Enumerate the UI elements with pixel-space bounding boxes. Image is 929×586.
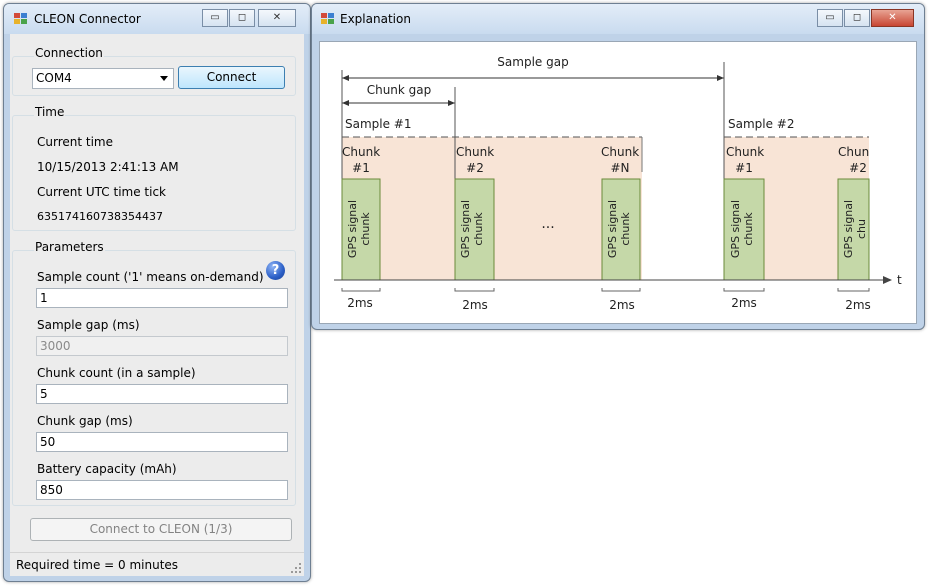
sample-gap-label: Sample gap (ms): [37, 318, 140, 332]
sample1-label: Sample #1: [345, 117, 412, 131]
sampling-diagram: Sample gap Chunk gap Sample #1 Sample #2…: [334, 55, 902, 312]
sample2-chunk1-signal-line2: chunk: [742, 212, 755, 246]
sample-count-label: Sample count ('1' means on-demand): [37, 270, 264, 284]
connect-button[interactable]: Connect: [178, 66, 285, 89]
cleon-connector-window: CLEON Connector ▭ ◻ ✕ Connection COM4 Co…: [3, 3, 311, 582]
help-question-icon[interactable]: ?: [266, 261, 285, 280]
utc-tick-label: Current UTC time tick: [37, 185, 166, 199]
port-select-value: COM4: [36, 71, 72, 85]
chunk-gap-diagram-label: Chunk gap: [367, 83, 432, 97]
app-icon: [321, 13, 334, 25]
chunk1-word: Chunk: [342, 145, 380, 159]
time-group-label: Time: [34, 105, 66, 119]
chunk2-signal-line1: GPS signal: [459, 200, 472, 258]
chunk1-signal-line2: chunk: [359, 212, 372, 246]
sample2-chunk1-word: Chunk: [726, 145, 764, 159]
time-axis-label: t: [897, 273, 902, 287]
chunk2-num: #2: [466, 161, 484, 175]
chunk1-signal-line1: GPS signal: [346, 200, 359, 258]
chunkN-duration: 2ms: [609, 298, 635, 312]
connector-title-bar[interactable]: CLEON Connector ▭ ◻ ✕: [4, 4, 310, 34]
chevron-down-icon: [160, 76, 168, 81]
sample2-chunk2-signal-line1: GPS signal: [842, 200, 855, 258]
connector-title: CLEON Connector: [34, 12, 141, 26]
chunk2-word: Chunk: [456, 145, 494, 159]
chunk-gap-label: Chunk gap (ms): [37, 414, 133, 428]
current-time-label: Current time: [37, 135, 113, 149]
explanation-title-bar[interactable]: Explanation ▭ ◻ ✕: [312, 4, 924, 34]
explanation-window: Explanation ▭ ◻ ✕ Sample gap Chunk gap S…: [311, 3, 925, 330]
chunkN-signal-line1: GPS signal: [606, 200, 619, 258]
sample2-chunk2-duration: 2ms: [845, 298, 871, 312]
sample2-chunk2-num: #2: [849, 161, 867, 175]
status-text: Required time = 0 minutes: [16, 558, 179, 572]
sample-gap-diagram-label: Sample gap: [497, 55, 568, 69]
chunk2-signal-line2: chunk: [472, 212, 485, 246]
sample-count-input[interactable]: [36, 288, 288, 308]
explanation-client-area: Sample gap Chunk gap Sample #1 Sample #2…: [319, 41, 917, 324]
current-time-value: 10/15/2013 2:41:13 AM: [37, 160, 179, 174]
help-glyph: ?: [271, 263, 280, 278]
battery-capacity-label: Battery capacity (mAh): [37, 462, 177, 476]
sample2-chunk2-word: Chun: [838, 145, 869, 159]
chunkN-signal-line2: chunk: [619, 212, 632, 246]
sample2-chunk1-num: #1: [735, 161, 753, 175]
chunkN-num: #N: [610, 161, 629, 175]
chunk2-duration: 2ms: [462, 298, 488, 312]
sample-gap-input: [36, 336, 288, 356]
chunk-gap-input[interactable]: [36, 432, 288, 452]
minimize-button[interactable]: ▭: [202, 9, 228, 27]
connect-cleon-button[interactable]: Connect to CLEON (1/3): [30, 518, 292, 541]
battery-capacity-input[interactable]: [36, 480, 288, 500]
port-select[interactable]: COM4: [32, 68, 174, 89]
chunk-ellipsis: ...: [541, 216, 554, 232]
resize-grip-icon[interactable]: [290, 562, 302, 574]
app-icon: [14, 13, 27, 25]
explanation-title: Explanation: [340, 12, 411, 26]
connection-group-label: Connection: [34, 46, 104, 60]
sample2-label: Sample #2: [728, 117, 795, 131]
close-button[interactable]: ✕: [258, 9, 296, 27]
sample2-chunk2-signal-line2: chu: [855, 219, 868, 239]
connector-client-area: Connection COM4 Connect Time Current tim…: [10, 34, 304, 576]
minimize-button[interactable]: ▭: [817, 9, 843, 27]
maximize-button[interactable]: ◻: [844, 9, 870, 27]
sample2-chunk1-duration: 2ms: [731, 296, 757, 310]
chunkN-word: Chunk: [601, 145, 639, 159]
sample2-chunk1-signal-line1: GPS signal: [729, 200, 742, 258]
chunk-count-label: Chunk count (in a sample): [37, 366, 196, 380]
chunk-count-input[interactable]: [36, 384, 288, 404]
parameters-group-label: Parameters: [34, 240, 105, 254]
chunk1-duration: 2ms: [347, 296, 373, 310]
utc-tick-value: 635174160738354437: [37, 210, 163, 223]
maximize-button[interactable]: ◻: [229, 9, 255, 27]
status-bar: Required time = 0 minutes: [10, 552, 304, 576]
chunk1-num: #1: [352, 161, 370, 175]
close-button[interactable]: ✕: [871, 9, 914, 27]
